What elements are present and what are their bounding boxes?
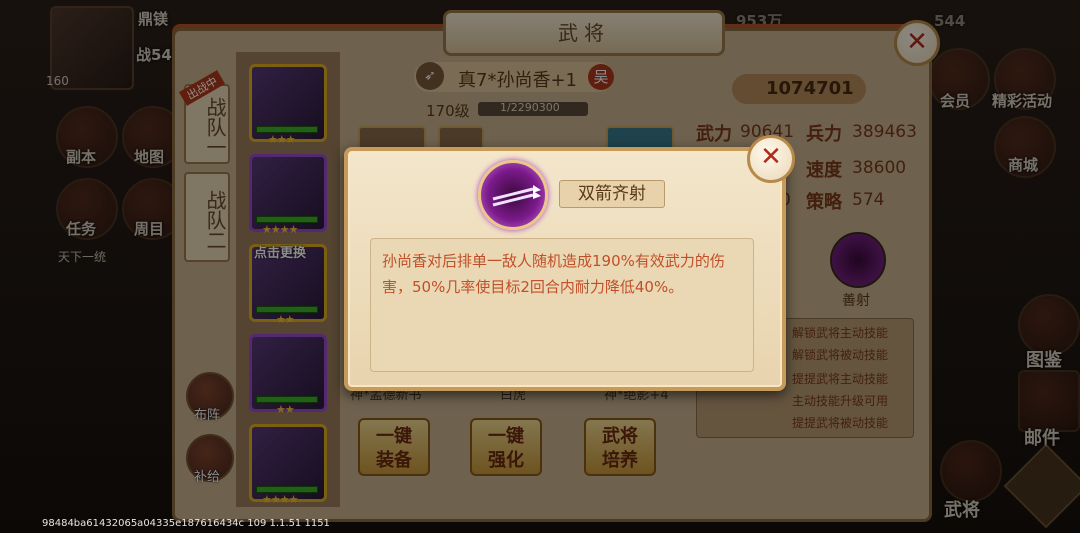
skill-description: 孙尚香对后排单一敌人随机造成190%有效武力的伤害，50%几率使目标2回合内耐力… <box>382 252 725 296</box>
debug-build-info: 98484ba61432065a04335e187616434c 109 1.1… <box>42 518 330 529</box>
popup-close-button[interactable]: ✕ <box>747 135 795 183</box>
arrows-icon <box>492 185 541 207</box>
arrow-skill-icon <box>478 160 548 230</box>
skill-name: 双箭齐射 <box>559 180 665 208</box>
